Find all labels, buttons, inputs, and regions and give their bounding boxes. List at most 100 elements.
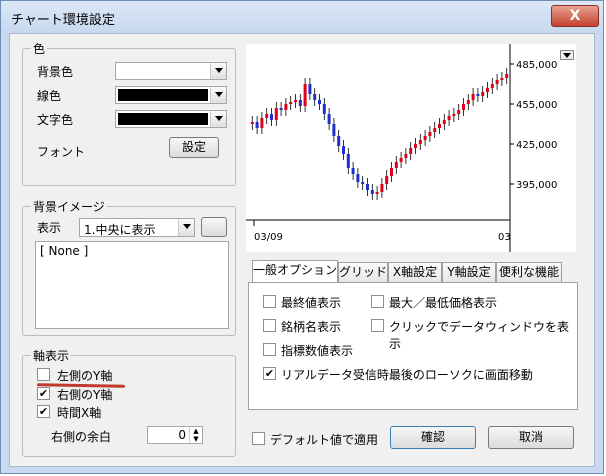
candle-body xyxy=(442,120,446,124)
cancel-button[interactable]: 取消 xyxy=(488,426,574,449)
candle-body xyxy=(394,162,398,168)
tab-bar: 一般オプション グリッド X軸設定 Y軸設定 便利な機能 xyxy=(252,260,582,284)
bg-image-group: 背景イメージ 表示 1.中央に表示 [ None ] xyxy=(22,198,236,336)
font-label: フォント xyxy=(37,145,86,159)
list-item[interactable]: [ None ] xyxy=(40,244,88,258)
tab-grid[interactable]: グリッド xyxy=(338,262,388,282)
left-y-axis-checkbox[interactable] xyxy=(37,368,50,381)
candle-body xyxy=(404,154,408,158)
realtime-move-checkbox[interactable]: ✔ xyxy=(263,367,276,380)
candle-body xyxy=(375,192,379,194)
candle-body xyxy=(481,92,485,96)
y-tick-label: 425,000 xyxy=(516,140,557,151)
candle-body xyxy=(452,114,456,116)
candle-body xyxy=(486,88,489,92)
chevron-down-icon[interactable] xyxy=(210,87,226,103)
indicator-values-label: 指標数値表示 xyxy=(281,344,354,358)
candle-body xyxy=(279,108,283,110)
ok-button[interactable]: 確認 xyxy=(390,426,476,449)
x-tick-label: 03/09 xyxy=(254,232,283,243)
candle-body xyxy=(385,176,389,184)
chevron-down-icon[interactable] xyxy=(210,111,226,127)
default-apply-checkbox[interactable] xyxy=(252,432,265,445)
chevron-down-icon[interactable] xyxy=(178,219,194,236)
bg-color-select[interactable] xyxy=(115,62,227,80)
y-tick-label: 485,000 xyxy=(516,60,557,71)
indicator-values-checkbox[interactable] xyxy=(263,343,276,356)
font-settings-button[interactable]: 設定 xyxy=(169,137,219,158)
text-color-label: 文字色 xyxy=(37,113,74,127)
candle-body xyxy=(265,114,269,118)
time-x-axis-checkbox[interactable]: ✔ xyxy=(37,405,50,418)
chart-menu-dropdown[interactable] xyxy=(560,50,574,60)
click-data-window-checkbox[interactable] xyxy=(371,319,384,332)
candle-body xyxy=(351,168,355,174)
candle-body xyxy=(438,124,441,128)
candlestick-chart: 485,000 455,000 425,000 395,000 03/09 03 xyxy=(246,44,557,252)
candle-body xyxy=(462,104,465,110)
display-mode-select[interactable]: 1.中央に表示 xyxy=(79,218,195,237)
candle-body xyxy=(418,140,422,144)
last-value-checkbox[interactable] xyxy=(263,295,276,308)
right-y-axis-checkbox[interactable]: ✔ xyxy=(37,387,50,400)
tab-y-axis-settings[interactable]: Y軸設定 xyxy=(442,262,496,282)
candle-body xyxy=(250,122,254,124)
spin-arrows-icon[interactable]: ▲ ▼ xyxy=(189,427,202,443)
right-margin-value: 0 xyxy=(178,428,186,442)
time-x-axis-label: 時間X軸 xyxy=(57,406,102,420)
candle-body xyxy=(303,84,307,106)
tab-useful-features[interactable]: 便利な機能 xyxy=(496,262,562,282)
realtime-move-label: リアルデータ受信時最後のローソクに画面移動 xyxy=(281,368,533,382)
candle-body xyxy=(399,158,403,162)
tab-general-options[interactable]: 一般オプション xyxy=(252,260,338,282)
chevron-down-icon[interactable] xyxy=(210,63,226,79)
line-color-select[interactable] xyxy=(115,86,227,104)
candle-body xyxy=(370,190,374,194)
bg-image-list[interactable]: [ None ] xyxy=(35,241,229,329)
y-tick-label: 395,000 xyxy=(516,180,557,191)
max-min-price-label: 最大／最低価格表示 xyxy=(389,296,498,310)
candle-body xyxy=(380,184,384,192)
x-tick-label: 03 xyxy=(498,232,511,243)
close-icon: X xyxy=(569,8,581,24)
candle-body xyxy=(505,74,509,78)
chevron-down-icon xyxy=(563,53,571,58)
close-button[interactable]: X xyxy=(551,5,599,27)
candle-body xyxy=(447,116,451,120)
candle-body xyxy=(428,132,432,136)
candle-body xyxy=(255,122,259,128)
default-apply-label: デフォルト値で適用 xyxy=(270,433,379,447)
candle-body xyxy=(471,94,475,100)
stock-name-checkbox[interactable] xyxy=(263,319,276,332)
bg-color-label: 背景色 xyxy=(37,65,74,79)
candle-body xyxy=(361,182,365,184)
candle-body xyxy=(337,136,341,146)
right-margin-stepper[interactable]: 0 ▲ ▼ xyxy=(147,426,203,444)
candle-body xyxy=(433,128,437,132)
bg-image-group-label: 背景イメージ xyxy=(31,198,107,215)
candle-body xyxy=(495,80,499,84)
candle-body xyxy=(332,124,336,136)
candle-body xyxy=(390,168,393,176)
candle-body xyxy=(414,144,417,148)
color-group-label: 色 xyxy=(31,40,48,57)
browse-button[interactable] xyxy=(201,217,227,237)
candle-body xyxy=(318,100,321,104)
tab-x-axis-settings[interactable]: X軸設定 xyxy=(388,262,442,282)
candle-body xyxy=(466,100,470,104)
line-color-swatch xyxy=(118,89,208,101)
text-color-select[interactable] xyxy=(115,110,227,128)
bg-color-swatch xyxy=(118,65,208,77)
title-bar: チャート環境設定 X xyxy=(1,1,603,35)
color-group: 色 背景色 線色 文字色 フォント 設定 xyxy=(22,40,236,186)
right-y-axis-label: 右側のY軸 xyxy=(57,388,113,402)
axis-group-label: 軸表示 xyxy=(31,347,72,364)
left-y-axis-label: 左側のY軸 xyxy=(57,369,113,383)
candle-body xyxy=(274,108,278,120)
settings-dialog: チャート環境設定 X 色 背景色 線色 文字色 フォント 設定 背景イメージ 表… xyxy=(0,0,604,474)
max-min-price-checkbox[interactable] xyxy=(371,295,384,308)
tab-panel: 最終値表示 最大／最低価格表示 銘柄名表示 クリックでデータウィンドウを表示 指… xyxy=(248,282,578,410)
candle-body xyxy=(308,84,312,94)
candle-body xyxy=(294,100,297,102)
line-color-label: 線色 xyxy=(37,89,62,103)
